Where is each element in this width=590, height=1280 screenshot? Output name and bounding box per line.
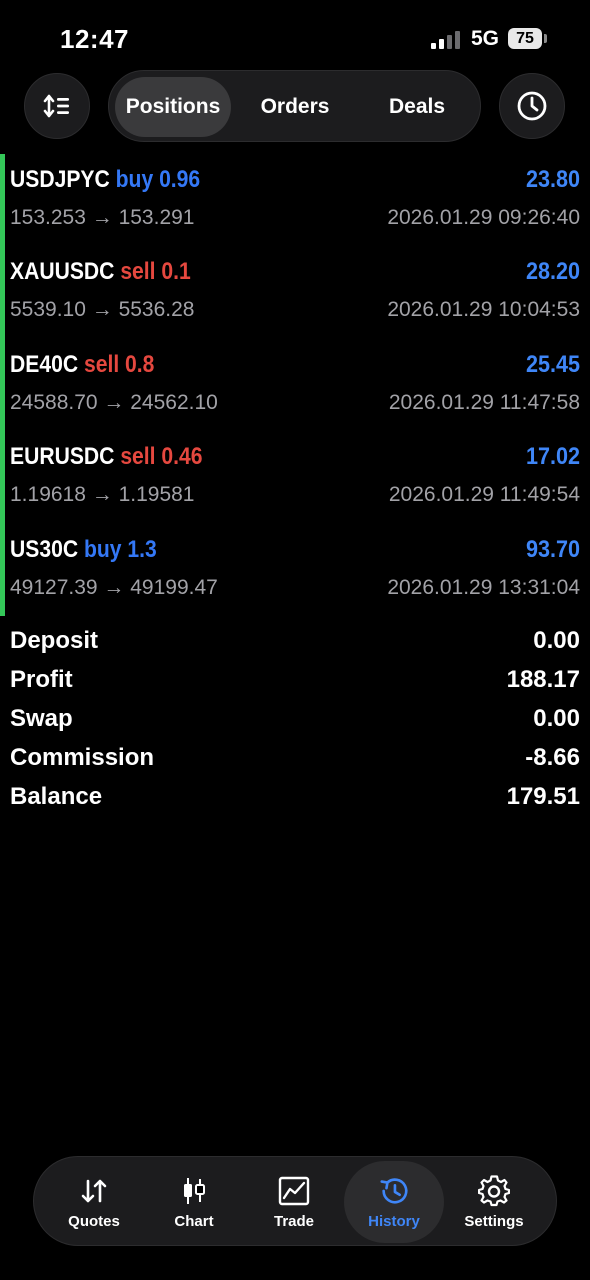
summary-profit: Profit 188.17 — [10, 666, 580, 705]
history-segmented-control: Positions Orders Deals — [108, 70, 481, 142]
battery-icon: 75 — [508, 28, 542, 49]
sort-icon — [43, 94, 69, 118]
profit-value: 188.17 — [506, 666, 580, 693]
trade-volume: 0.1 — [161, 258, 191, 286]
trade-symbol-line: EURUSDC sell 0.46 — [10, 443, 203, 471]
trade-profit: 17.02 — [525, 443, 580, 471]
swap-value: 0.00 — [533, 705, 580, 732]
tab-settings-label: Settings — [464, 1212, 524, 1230]
trade-profit: 25.45 — [525, 350, 580, 378]
balance-label: Balance — [10, 783, 103, 810]
clock-icon — [517, 91, 547, 121]
deposit-value: 0.00 — [533, 627, 580, 654]
sort-button[interactable] — [24, 73, 90, 139]
trade-datetime: 2026.01.29 13:31:04 — [387, 575, 580, 599]
position-indicator — [0, 154, 5, 247]
trade-prices: 153.253 → 153.291 — [10, 206, 195, 229]
profit-label: Profit — [10, 666, 73, 693]
trade-profit: 93.70 — [525, 535, 580, 563]
trade-symbol: XAUUSDC — [10, 258, 115, 286]
status-bar: 12:47 5G 75 — [0, 0, 590, 70]
gear-icon — [478, 1174, 510, 1207]
commission-label: Commission — [10, 744, 155, 771]
account-summary: Deposit 0.00 Profit 188.17 Swap 0.00 Com… — [10, 627, 580, 822]
tab-deals[interactable]: Deals — [359, 77, 475, 137]
position-indicator — [0, 431, 5, 524]
tab-orders[interactable]: Orders — [237, 77, 353, 137]
quotes-arrows-icon — [78, 1175, 110, 1207]
network-type: 5G — [471, 27, 500, 50]
trade-side: sell — [83, 350, 120, 378]
trade-volume: 0.46 — [161, 443, 203, 471]
trade-symbol-line: DE40C sell 0.8 — [10, 351, 154, 379]
tab-chart-label: Chart — [174, 1212, 214, 1230]
list-item[interactable]: XAUUSDC sell 0.1 28.20 5539.10 → 5536.28… — [0, 246, 590, 339]
deposit-label: Deposit — [10, 627, 99, 654]
history-icon — [378, 1175, 410, 1207]
trade-prices: 24588.70 → 24562.10 — [10, 390, 218, 414]
tab-history[interactable]: History — [344, 1161, 444, 1243]
trade-profit: 28.20 — [525, 258, 580, 286]
trade-chart-icon — [278, 1175, 310, 1207]
trade-symbol-line: USDJPYC buy 0.96 — [10, 166, 200, 194]
battery-tip — [544, 34, 547, 43]
tab-chart[interactable]: Chart — [144, 1161, 244, 1243]
trade-symbol: US30C — [10, 535, 79, 563]
trade-datetime: 2026.01.29 11:49:54 — [388, 483, 580, 507]
trade-prices: 5539.10 → 5536.28 — [10, 298, 195, 322]
commission-value: -8.66 — [525, 744, 580, 771]
trade-side: buy — [83, 535, 122, 563]
trade-symbol-line: XAUUSDC sell 0.1 — [10, 258, 191, 286]
trade-side: sell — [120, 258, 156, 286]
trade-volume: 1.3 — [127, 535, 157, 563]
tab-trade-label: Trade — [273, 1212, 315, 1230]
list-item[interactable]: EURUSDC sell 0.46 17.02 1.19618 → 1.1958… — [0, 431, 590, 524]
trade-volume: 0.8 — [125, 350, 155, 378]
trade-datetime: 2026.01.29 11:47:58 — [388, 390, 580, 414]
trade-symbol: EURUSDC — [10, 443, 115, 471]
trade-datetime: 2026.01.29 10:04:53 — [387, 298, 580, 322]
trade-symbol: USDJPYC — [10, 166, 110, 193]
tab-trade[interactable]: Trade — [244, 1161, 344, 1243]
position-indicator — [0, 338, 5, 432]
trade-side: sell — [120, 443, 156, 471]
status-time: 12:47 — [60, 24, 129, 54]
position-indicator — [0, 523, 5, 616]
balance-value: 179.51 — [506, 783, 580, 810]
swap-label: Swap — [10, 705, 73, 732]
tab-history-label: History — [368, 1212, 420, 1230]
summary-balance: Balance 179.51 — [10, 783, 580, 822]
signal-icon — [431, 31, 461, 49]
candlestick-icon — [178, 1175, 210, 1207]
trade-prices: 1.19618 → 1.19581 — [10, 483, 195, 507]
position-indicator — [0, 246, 5, 339]
list-item[interactable]: US30C buy 1.3 93.70 49127.39 → 49199.47 … — [0, 523, 590, 616]
tab-quotes[interactable]: Quotes — [44, 1161, 144, 1243]
tab-quotes-label: Quotes — [68, 1212, 120, 1230]
trade-side: buy — [115, 166, 154, 193]
list-item[interactable]: USDJPYC buy 0.96 23.80 153.253 → 153.291… — [0, 154, 590, 247]
trade-prices: 49127.39 → 49199.47 — [10, 575, 218, 599]
trade-symbol-line: US30C buy 1.3 — [10, 536, 157, 564]
period-button[interactable] — [499, 73, 565, 139]
tab-positions[interactable]: Positions — [115, 77, 231, 137]
trade-datetime: 2026.01.29 09:26:40 — [387, 206, 580, 229]
positions-list: USDJPYC buy 0.96 23.80 153.253 → 153.291… — [0, 154, 590, 616]
trade-symbol: DE40C — [10, 350, 79, 378]
trade-profit: 23.80 — [525, 166, 580, 193]
tab-settings[interactable]: Settings — [444, 1161, 544, 1243]
list-item[interactable]: DE40C sell 0.8 25.45 24588.70 → 24562.10… — [0, 338, 590, 432]
bottom-tab-bar: Quotes Chart Trade History Settings — [33, 1156, 557, 1246]
trade-volume: 0.96 — [159, 166, 201, 193]
summary-swap: Swap 0.00 — [10, 705, 580, 744]
summary-commission: Commission -8.66 — [10, 744, 580, 783]
summary-deposit: Deposit 0.00 — [10, 627, 580, 666]
